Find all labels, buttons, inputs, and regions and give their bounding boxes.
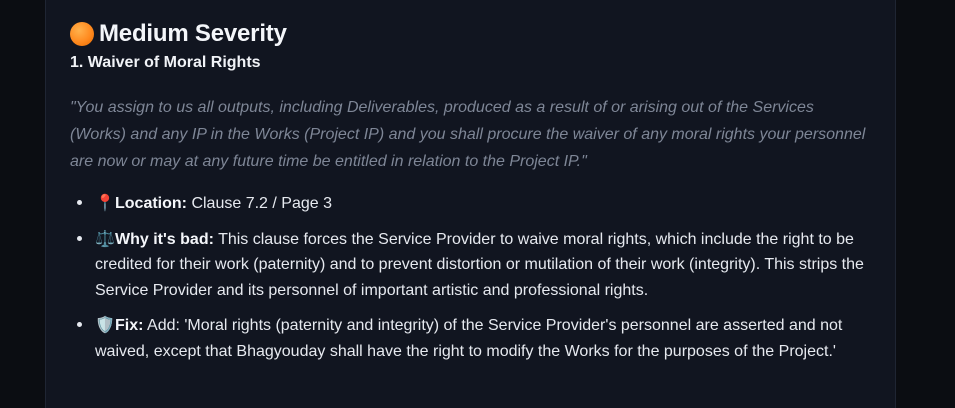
list-item-why-bad: ⚖️Why it's bad: This clause forces the S… <box>70 226 880 304</box>
bullet-icon <box>77 235 82 241</box>
location-value: Clause 7.2 / Page 3 <box>187 195 332 212</box>
issue-points-list: 📍Location: Clause 7.2 / Page 3 ⚖️Why it'… <box>70 190 880 364</box>
issue-title: 1. Waiver of Moral Rights <box>70 54 261 71</box>
app-background: Medium Severity 1. Waiver of Moral Right… <box>0 0 955 408</box>
fix-label: Fix: <box>115 317 144 334</box>
list-item-location: 📍Location: Clause 7.2 / Page 3 <box>70 190 880 217</box>
pin-icon: 📍 <box>95 193 115 212</box>
fix-text: Add: 'Moral rights (paternity and integr… <box>95 317 843 360</box>
location-label: Location: <box>115 195 187 212</box>
bullet-icon <box>77 200 82 205</box>
orange-circle-icon <box>70 22 94 46</box>
report-panel: Medium Severity 1. Waiver of Moral Right… <box>45 0 896 408</box>
shield-icon: 🛡️ <box>95 315 115 334</box>
list-item-fix: 🛡️Fix: Add: 'Moral rights (paternity and… <box>70 312 880 364</box>
issue-content: Medium Severity 1. Waiver of Moral Right… <box>70 18 880 373</box>
severity-title: Medium Severity <box>99 20 287 47</box>
bullet-icon <box>77 322 82 327</box>
clause-quote: "You assign to us all outputs, including… <box>70 99 866 170</box>
scale-icon: ⚖️ <box>95 228 115 248</box>
severity-heading: Medium Severity <box>70 18 880 50</box>
why-bad-label: Why it's bad: <box>115 230 214 248</box>
